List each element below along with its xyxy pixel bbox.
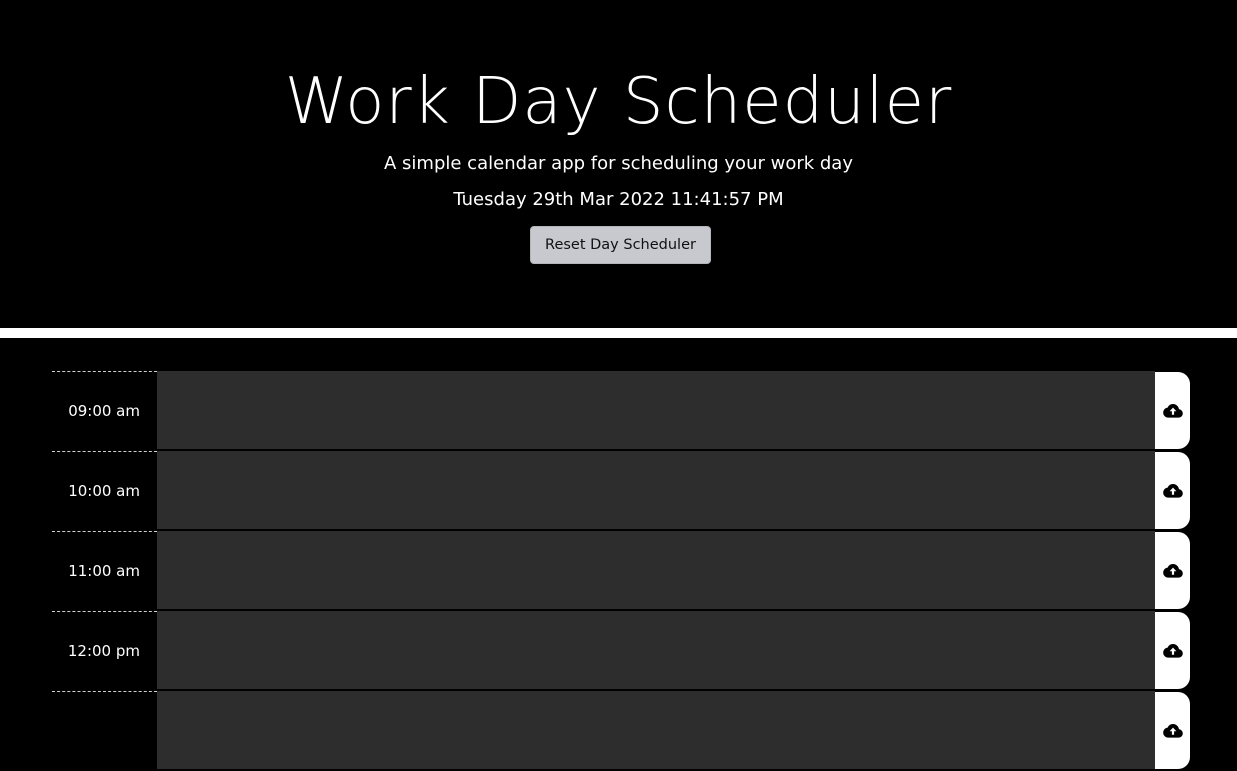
cloud-upload-icon — [1162, 403, 1183, 418]
description-input[interactable] — [157, 451, 1155, 530]
hour-label — [52, 691, 157, 770]
header-divider — [0, 328, 1237, 338]
time-block-row — [52, 691, 1190, 771]
hour-label: 12:00 pm — [52, 611, 157, 690]
description-input[interactable] — [157, 691, 1155, 770]
cloud-upload-icon — [1162, 563, 1183, 578]
current-day: Tuesday 29th Mar 2022 11:41:57 PM — [453, 189, 784, 210]
page-title: Work Day Scheduler — [284, 65, 953, 139]
save-button[interactable] — [1155, 612, 1190, 689]
description-input[interactable] — [157, 371, 1155, 450]
save-button[interactable] — [1155, 532, 1190, 609]
reset-day-button[interactable]: Reset Day Scheduler — [530, 226, 711, 264]
cloud-upload-icon — [1162, 483, 1183, 498]
save-button[interactable] — [1155, 692, 1190, 769]
time-block-row: 12:00 pm — [52, 611, 1190, 691]
header: Work Day Scheduler A simple calendar app… — [0, 0, 1237, 328]
cloud-upload-icon — [1162, 723, 1183, 738]
hour-label: 10:00 am — [52, 451, 157, 530]
time-block-row: 11:00 am — [52, 531, 1190, 611]
description-input[interactable] — [157, 611, 1155, 690]
description-input[interactable] — [157, 531, 1155, 610]
schedule-container: 09:00 am 10:00 am 11:00 am 12:00 pm — [52, 371, 1190, 771]
page-subtitle: A simple calendar app for scheduling you… — [384, 153, 853, 174]
time-block-row: 10:00 am — [52, 451, 1190, 531]
save-button[interactable] — [1155, 452, 1190, 529]
hour-label: 09:00 am — [52, 371, 157, 450]
time-block-row: 09:00 am — [52, 371, 1190, 451]
cloud-upload-icon — [1162, 643, 1183, 658]
save-button[interactable] — [1155, 372, 1190, 449]
hour-label: 11:00 am — [52, 531, 157, 610]
